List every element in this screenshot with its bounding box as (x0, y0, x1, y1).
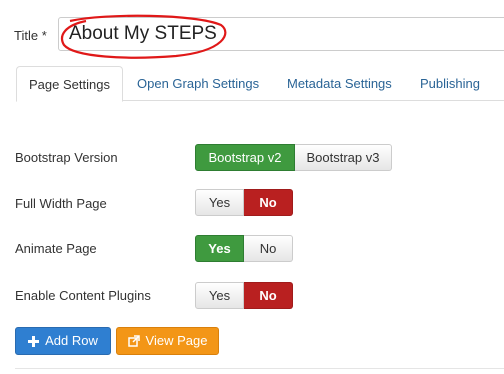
add-row-label: Add Row (45, 333, 98, 348)
full-width-no-button[interactable]: No (244, 189, 293, 216)
animate-no-button[interactable]: No (244, 235, 293, 262)
bottom-divider (15, 368, 504, 369)
external-link-icon (127, 335, 140, 347)
bootstrap-v2-button[interactable]: Bootstrap v2 (195, 144, 295, 171)
bootstrap-version-toggle: Bootstrap v2 Bootstrap v3 (195, 144, 392, 171)
tab-page-settings[interactable]: Page Settings (16, 66, 123, 102)
full-width-yes-button[interactable]: Yes (195, 189, 244, 216)
animate-page-toggle: Yes No (195, 235, 293, 262)
bootstrap-version-label: Bootstrap Version (15, 150, 118, 165)
tab-open-graph-settings[interactable]: Open Graph Settings (137, 66, 259, 101)
content-plugins-yes-button[interactable]: Yes (195, 282, 244, 309)
full-width-page-toggle: Yes No (195, 189, 293, 216)
view-page-button[interactable]: View Page (116, 327, 219, 355)
bootstrap-v3-button[interactable]: Bootstrap v3 (295, 144, 392, 171)
plus-icon (28, 335, 40, 347)
tab-metadata-settings[interactable]: Metadata Settings (287, 66, 392, 101)
enable-content-plugins-label: Enable Content Plugins (15, 288, 151, 303)
full-width-page-label: Full Width Page (15, 196, 107, 211)
content-plugins-no-button[interactable]: No (244, 282, 293, 309)
enable-content-plugins-toggle: Yes No (195, 282, 293, 309)
tab-publishing[interactable]: Publishing (420, 66, 480, 101)
title-label: Title * (14, 28, 47, 43)
add-row-button[interactable]: Add Row (15, 327, 111, 355)
animate-yes-button[interactable]: Yes (195, 235, 244, 262)
animate-page-label: Animate Page (15, 241, 97, 256)
title-input[interactable] (58, 17, 504, 51)
view-page-label: View Page (145, 333, 208, 348)
